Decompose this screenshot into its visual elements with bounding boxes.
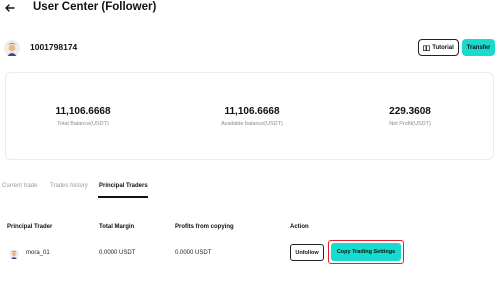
- unfollow-label: Unfollow: [295, 249, 319, 256]
- user-info-row: 1001798174 Tutorial Transfer: [0, 36, 500, 60]
- copy-trading-settings-button[interactable]: Copy Trading Settings: [331, 243, 401, 261]
- transfer-label: Transfer: [466, 44, 491, 51]
- user-id: 1001798174: [30, 42, 78, 52]
- arrow-left-icon[interactable]: [3, 1, 17, 15]
- copy-trading-settings-label: Copy Trading Settings: [336, 249, 396, 255]
- tab-principal-traders[interactable]: Principal Traders: [99, 183, 148, 189]
- tab-current-trade[interactable]: Current trade: [2, 183, 37, 189]
- total-balance-value: 11,106.6668: [55, 106, 111, 117]
- tab-bar: Current trade Trades history Principal T…: [0, 180, 500, 196]
- total-margin-value: 0.0000 USDT: [99, 250, 136, 256]
- avatar: [4, 40, 20, 56]
- tutorial-label: Tutorial: [432, 44, 454, 51]
- table-row: mora_01 0.0000 USDT 0.0000 USDT Unfollow: [0, 243, 500, 263]
- column-header-action: Action: [290, 224, 309, 230]
- total-balance-label: Total Balance(USDT): [57, 121, 109, 127]
- tab-trades-history[interactable]: Trades history: [50, 183, 88, 189]
- active-tab-indicator: [98, 196, 148, 198]
- page-title: User Center (Follower): [33, 1, 157, 13]
- available-balance-value: 11,106.6668: [224, 106, 280, 117]
- column-header-total-margin: Total Margin: [99, 224, 135, 230]
- book-icon: [423, 44, 431, 51]
- tutorial-button[interactable]: Tutorial: [418, 39, 459, 56]
- profits-value: 0.0000 USDT: [175, 250, 212, 256]
- net-profit-label: Net Profit(USDT): [389, 121, 431, 127]
- trader-avatar: [9, 249, 19, 259]
- total-balance-stat: 11,106.6668 Total Balance(USDT): [23, 106, 143, 127]
- column-header-profits: Profits from copying: [175, 224, 234, 230]
- trader-name: mora_01: [26, 250, 50, 256]
- net-profit-value: 229.3608: [389, 106, 431, 117]
- balance-summary-card: 11,106.6668 Total Balance(USDT) 11,106.6…: [5, 72, 494, 160]
- transfer-button[interactable]: Transfer: [462, 39, 495, 56]
- unfollow-button[interactable]: Unfollow: [290, 244, 324, 261]
- available-balance-stat: 11,106.6668 Available balance(USDT): [192, 106, 312, 127]
- column-header-principal-trader: Principal Trader: [7, 224, 53, 230]
- net-profit-stat: 229.3608 Net Profit(USDT): [350, 106, 470, 127]
- available-balance-label: Available balance(USDT): [221, 121, 283, 127]
- page-header: User Center (Follower): [0, 0, 500, 20]
